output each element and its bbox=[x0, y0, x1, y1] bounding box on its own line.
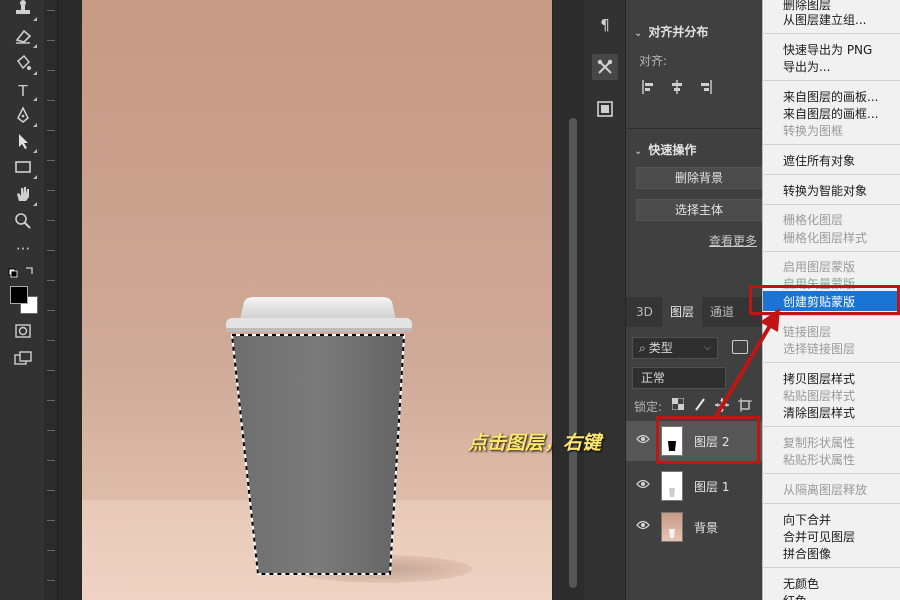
quick-actions-title: 快速操作 bbox=[648, 143, 697, 157]
vertical-ruler bbox=[44, 0, 58, 600]
type-tool-glyph: T bbox=[18, 82, 28, 100]
tools-panel: T ··· bbox=[0, 0, 44, 600]
clone-stamp-icon[interactable] bbox=[9, 0, 37, 22]
menu-item-link-layers: 链接图层 bbox=[783, 325, 832, 339]
menu-item-group-from-layers[interactable]: 从图层建立组... bbox=[783, 11, 866, 28]
menu-item-frame-from-layers[interactable]: 来自图层的画框... bbox=[783, 105, 878, 122]
visibility-eye-icon[interactable] bbox=[636, 478, 650, 492]
lock-label: 锁定: bbox=[634, 400, 663, 414]
eraser-icon[interactable] bbox=[9, 27, 37, 49]
quick-actions-header[interactable]: ⌄ 快速操作 bbox=[634, 141, 696, 158]
menu-item-convert-to-smart-object[interactable]: 转换为智能对象 bbox=[783, 182, 867, 199]
collapse-chevron-icon: ⌄ bbox=[634, 28, 643, 39]
type-tool-icon[interactable]: T bbox=[9, 80, 37, 102]
document-canvas[interactable] bbox=[82, 0, 552, 600]
paragraph-panel-icon[interactable]: ¶ bbox=[592, 12, 618, 38]
properties-panel: ⌄ 对齐并分布 对齐: ⌄ 快速操作 删除背景 选择主体 查看更多 3D 图层 通道… bbox=[626, 0, 762, 600]
see-more-link[interactable]: 查看更多 bbox=[709, 232, 757, 249]
menu-item-rasterize-layer: 栅格化图层 bbox=[783, 213, 844, 227]
menu-item-rasterize-layer-style: 栅格化图层样式 bbox=[783, 231, 868, 245]
align-horizontal-center-icon[interactable] bbox=[670, 80, 684, 98]
menu-item-select-linked-layers: 选择链接图层 bbox=[783, 342, 856, 356]
scrollbar-thumb[interactable] bbox=[569, 118, 577, 588]
lock-artboard-icon[interactable] bbox=[738, 398, 752, 415]
menu-item-paste-shape-attributes: 粘贴形状属性 bbox=[783, 453, 856, 467]
layer-name: 背景 bbox=[694, 521, 719, 535]
panel-icon-strip: ¶ bbox=[584, 0, 626, 600]
menu-item-export-as[interactable]: 导出为... bbox=[783, 58, 830, 75]
default-colors-icon[interactable] bbox=[8, 263, 38, 285]
align-section-header[interactable]: ⌄ 对齐并分布 bbox=[634, 23, 708, 40]
more-tools-glyph: ··· bbox=[15, 240, 31, 258]
menu-item-merge-down[interactable]: 向下合并 bbox=[783, 511, 831, 528]
quick-mask-icon[interactable] bbox=[9, 322, 37, 344]
align-section-title: 对齐并分布 bbox=[648, 25, 709, 39]
chevron-down-icon: ⌵ bbox=[704, 343, 711, 353]
hand-tool-icon[interactable] bbox=[9, 185, 37, 207]
menu-item-clear-layer-style[interactable]: 清除图层样式 bbox=[783, 404, 855, 421]
blend-mode-select[interactable]: 正常 bbox=[632, 367, 726, 389]
image-filter-icon[interactable] bbox=[732, 340, 748, 354]
menu-item-merge-visible[interactable]: 合并可见图层 bbox=[783, 528, 855, 545]
align-label: 对齐: bbox=[639, 54, 668, 68]
layer-thumbnail bbox=[661, 512, 683, 542]
select-subject-button[interactable]: 选择主体 bbox=[636, 199, 762, 221]
layer-filter-label: 类型 bbox=[648, 341, 673, 355]
menu-item-convert-to-frame: 转换为图框 bbox=[783, 124, 844, 138]
menu-item-flatten-image[interactable]: 拼合图像 bbox=[783, 545, 831, 562]
lock-image-pixels-icon[interactable] bbox=[694, 398, 706, 415]
foreground-color-swatch[interactable] bbox=[10, 286, 28, 304]
menu-item-copy-shape-attributes: 复制形状属性 bbox=[783, 436, 856, 450]
annotation-highlight-menu-item bbox=[749, 285, 900, 315]
libraries-panel-icon[interactable] bbox=[592, 96, 618, 122]
remove-background-button[interactable]: 删除背景 bbox=[636, 167, 762, 189]
menu-item-enable-layer-mask: 启用图层蒙版 bbox=[783, 260, 856, 274]
tab-3d[interactable]: 3D bbox=[628, 297, 661, 327]
zoom-tool-icon[interactable] bbox=[9, 211, 37, 233]
pen-tool-icon[interactable] bbox=[9, 106, 37, 128]
menu-item-artboard-from-layers[interactable]: 来自图层的画板... bbox=[783, 88, 878, 105]
canvas-pasteboard bbox=[58, 0, 82, 600]
path-selection-icon[interactable] bbox=[9, 132, 37, 154]
menu-item-copy-layer-style[interactable]: 拷贝图层样式 bbox=[783, 370, 855, 387]
layer-row-layer1[interactable]: 图层 1 bbox=[626, 466, 762, 506]
rectangle-tool-icon[interactable] bbox=[9, 158, 37, 180]
search-icon: ⌕ bbox=[639, 341, 646, 355]
screen-mode-icon[interactable] bbox=[9, 350, 37, 372]
paragraph-glyph: ¶ bbox=[600, 16, 610, 34]
menu-item-red[interactable]: 红色 bbox=[783, 592, 807, 600]
annotation-highlight-layer bbox=[656, 416, 760, 464]
more-tools-icon[interactable]: ··· bbox=[9, 238, 37, 260]
collapse-chevron-icon: ⌄ bbox=[634, 146, 643, 157]
align-left-icon[interactable] bbox=[642, 80, 656, 98]
tab-channels[interactable]: 通道 bbox=[702, 297, 742, 327]
paint-bucket-icon[interactable] bbox=[9, 54, 37, 76]
lock-position-icon[interactable] bbox=[715, 398, 729, 415]
canvas-vertical-scrollbar[interactable] bbox=[552, 0, 584, 600]
visibility-eye-icon[interactable] bbox=[636, 433, 650, 447]
coffee-cup-image bbox=[226, 297, 412, 575]
annotation-label: 点击图层，右键 bbox=[468, 432, 602, 454]
menu-item-paste-layer-style: 粘贴图层样式 bbox=[783, 389, 856, 403]
lock-transparent-pixels-icon[interactable] bbox=[671, 397, 685, 413]
layers-tabs: 3D 图层 通道 bbox=[626, 297, 762, 327]
layer-thumbnail bbox=[661, 471, 683, 501]
layer-row-background[interactable]: 背景 bbox=[626, 507, 762, 547]
align-right-icon[interactable] bbox=[698, 80, 712, 98]
layer-filter-select[interactable]: ⌕ 类型 ⌵ bbox=[632, 337, 718, 359]
layer-name: 图层 1 bbox=[694, 480, 730, 494]
menu-item-mask-all-objects[interactable]: 遮住所有对象 bbox=[783, 152, 855, 169]
tab-layers[interactable]: 图层 bbox=[662, 297, 703, 327]
visibility-eye-icon[interactable] bbox=[636, 519, 650, 533]
menu-item-release-from-isolation: 从隔离图层释放 bbox=[783, 483, 868, 497]
menu-item-no-color[interactable]: 无颜色 bbox=[783, 575, 819, 592]
menu-item-quick-export-png[interactable]: 快速导出为 PNG bbox=[783, 41, 872, 58]
tools-panel-icon[interactable] bbox=[592, 54, 618, 80]
